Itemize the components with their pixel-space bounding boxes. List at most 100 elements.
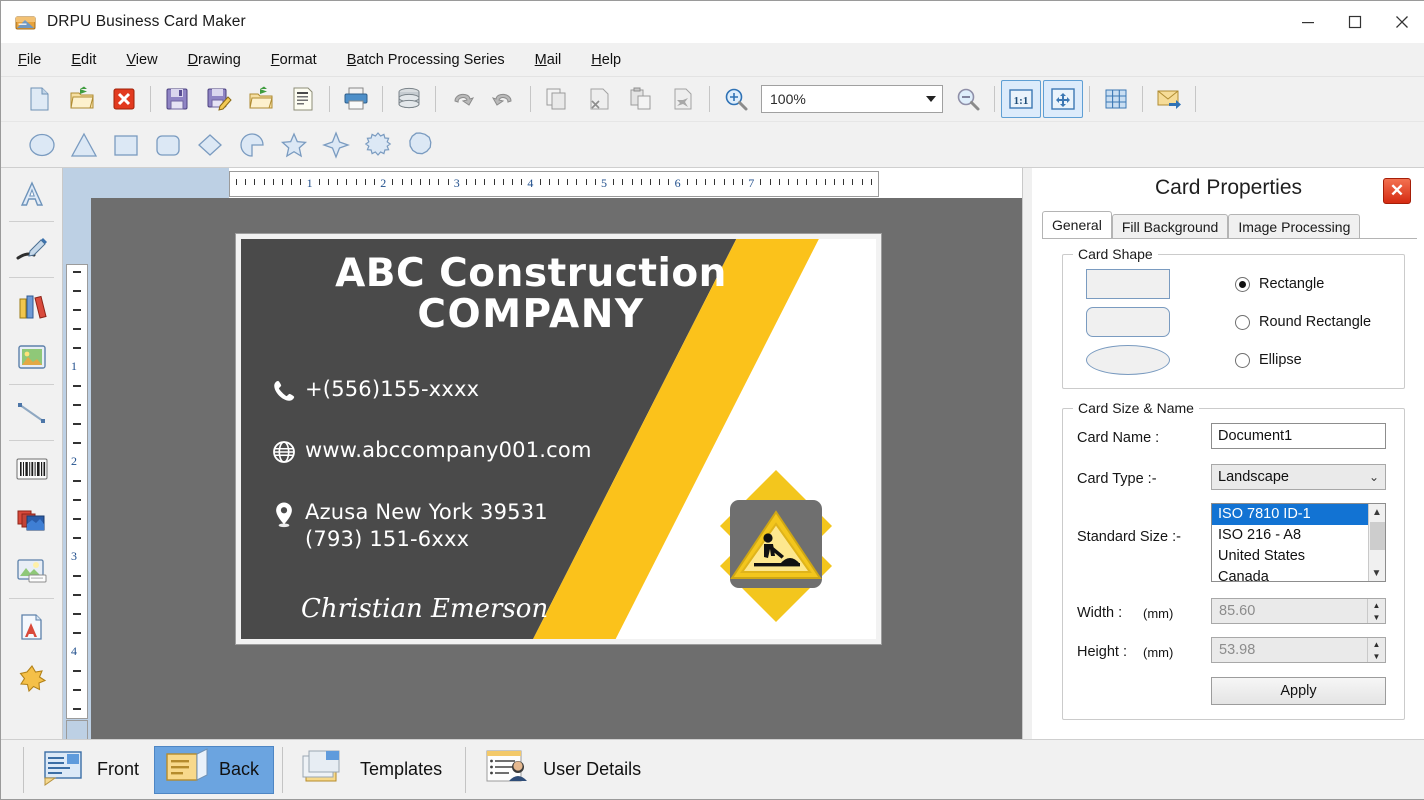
print-icon[interactable] bbox=[336, 80, 376, 118]
star5-shape-icon[interactable] bbox=[274, 126, 314, 164]
clipart-tool-icon[interactable] bbox=[1, 652, 63, 703]
ruler-label: 5 bbox=[601, 176, 607, 191]
save-as-icon[interactable] bbox=[199, 80, 239, 118]
cut-icon[interactable] bbox=[579, 80, 619, 118]
radio-rectangle[interactable] bbox=[1235, 277, 1250, 292]
new-document-icon[interactable] bbox=[20, 80, 60, 118]
menu-item-mail[interactable]: Mail bbox=[522, 48, 575, 72]
fit-page-icon[interactable] bbox=[1043, 80, 1083, 118]
open-folder-icon[interactable] bbox=[62, 80, 102, 118]
menu-item-drawing[interactable]: Drawing bbox=[175, 48, 254, 72]
zoom-in-icon[interactable] bbox=[716, 80, 756, 118]
email-icon[interactable] bbox=[1149, 80, 1189, 118]
shape-option-ellipse[interactable]: Ellipse bbox=[1235, 352, 1302, 368]
grid-icon[interactable] bbox=[1096, 80, 1136, 118]
paste-icon[interactable] bbox=[621, 80, 661, 118]
height-spin-buttons[interactable]: ▲▼ bbox=[1367, 638, 1385, 662]
standard-size-listbox[interactable]: ISO 7810 ID-1ISO 216 - A8United StatesCa… bbox=[1211, 503, 1386, 582]
card-name-input[interactable]: Document1 bbox=[1211, 423, 1386, 449]
zoom-out-icon[interactable] bbox=[948, 80, 988, 118]
menu-item-batch-processing-series[interactable]: Batch Processing Series bbox=[334, 48, 518, 72]
delete-icon[interactable] bbox=[663, 80, 703, 118]
document-properties-icon[interactable] bbox=[283, 80, 323, 118]
close-button[interactable] bbox=[1378, 1, 1424, 43]
polygon-shape-icon[interactable] bbox=[400, 126, 440, 164]
menu-item-format[interactable]: Format bbox=[258, 48, 330, 72]
actual-size-button[interactable]: 1:1 bbox=[1001, 80, 1041, 118]
height-stepper[interactable]: 53.98 ▲▼ bbox=[1211, 637, 1386, 663]
copy-icon[interactable] bbox=[537, 80, 577, 118]
menu-item-view[interactable]: View bbox=[113, 48, 170, 72]
database-icon[interactable] bbox=[389, 80, 429, 118]
ruler-label: 2 bbox=[71, 454, 77, 469]
standard-size-option[interactable]: ISO 7810 ID-1 bbox=[1212, 504, 1369, 525]
menu-item-help[interactable]: Help bbox=[578, 48, 634, 72]
bottom-tab-user-details[interactable]: User Details bbox=[474, 746, 656, 794]
width-spin-up[interactable]: ▲ bbox=[1368, 599, 1385, 611]
card-website-text: www.abccompany001.com bbox=[305, 437, 592, 464]
diamond-shape-icon[interactable] bbox=[190, 126, 230, 164]
standard-size-option[interactable]: United States bbox=[1212, 546, 1369, 567]
radio-ellipse[interactable] bbox=[1235, 353, 1250, 368]
star4-shape-icon[interactable] bbox=[316, 126, 356, 164]
close-panel-icon[interactable]: ✕ bbox=[1383, 178, 1411, 204]
triangle-shape-icon[interactable] bbox=[64, 126, 104, 164]
bottom-tab-back[interactable]: Back bbox=[154, 746, 274, 794]
menu-item-edit[interactable]: Edit bbox=[58, 48, 109, 72]
width-spin-down[interactable]: ▼ bbox=[1368, 611, 1385, 623]
standard-size-option[interactable]: Canada bbox=[1212, 567, 1369, 582]
redo-icon[interactable] bbox=[484, 80, 524, 118]
library-tool-icon[interactable] bbox=[1, 280, 63, 331]
text-art-tool-icon[interactable] bbox=[1, 601, 63, 652]
barcode-tool-icon[interactable] bbox=[1, 443, 63, 494]
radio-round-rectangle[interactable] bbox=[1235, 315, 1250, 330]
business-card-preview[interactable]: ABC Construction COMPANY +(556)155-xxxx bbox=[236, 234, 881, 644]
maximize-button[interactable] bbox=[1331, 1, 1378, 43]
ellipse-shape-icon[interactable] bbox=[22, 126, 62, 164]
apply-button[interactable]: Apply bbox=[1211, 677, 1386, 705]
scrollbar-thumb[interactable] bbox=[1370, 522, 1385, 550]
zoom-level-combobox[interactable]: 100% bbox=[761, 85, 943, 113]
ruler-tick bbox=[374, 179, 375, 185]
scroll-up-icon[interactable]: ▲ bbox=[1369, 504, 1385, 520]
panel-tab-general[interactable]: General bbox=[1042, 211, 1112, 238]
vertical-ruler[interactable]: 1234 bbox=[66, 264, 88, 719]
signature-tool-icon[interactable] bbox=[1, 224, 63, 275]
text-tool-icon[interactable] bbox=[1, 168, 63, 219]
rectangle-shape-icon[interactable] bbox=[106, 126, 146, 164]
shape-option-rectangle[interactable]: Rectangle bbox=[1235, 276, 1324, 292]
panel-tab-image-processing[interactable]: Image Processing bbox=[1228, 214, 1360, 238]
starburst-shape-icon[interactable] bbox=[358, 126, 398, 164]
menu-item-file[interactable]: File bbox=[5, 48, 54, 72]
image-tool-icon[interactable] bbox=[1, 331, 63, 382]
horizontal-ruler[interactable]: 1234567 bbox=[229, 171, 879, 197]
ruler-tick bbox=[429, 179, 430, 185]
minimize-button[interactable] bbox=[1284, 1, 1331, 43]
panel-tab-fill-background[interactable]: Fill Background bbox=[1112, 214, 1229, 238]
height-spin-down[interactable]: ▼ bbox=[1368, 650, 1385, 662]
shape-option-round-rectangle[interactable]: Round Rectangle bbox=[1235, 314, 1371, 330]
standard-size-option[interactable]: ISO 216 - A8 bbox=[1212, 525, 1369, 546]
rectangle-preview[interactable] bbox=[1086, 269, 1170, 299]
card-type-combobox[interactable]: Landscape ⌄ bbox=[1211, 464, 1386, 490]
rounded-rectangle-shape-icon[interactable] bbox=[148, 126, 188, 164]
pie-shape-icon[interactable] bbox=[232, 126, 272, 164]
line-tool-icon[interactable] bbox=[1, 387, 63, 438]
watermark-tool-icon[interactable] bbox=[1, 545, 63, 596]
layers-tool-icon[interactable] bbox=[1, 494, 63, 545]
bottom-tab-templates[interactable]: Templates bbox=[291, 746, 457, 794]
import-icon[interactable] bbox=[241, 80, 281, 118]
ruler-tick bbox=[73, 632, 81, 634]
bottom-tab-front[interactable]: Front bbox=[32, 746, 154, 794]
ellipse-preview[interactable] bbox=[1086, 345, 1170, 375]
undo-icon[interactable] bbox=[442, 80, 482, 118]
save-icon[interactable] bbox=[157, 80, 197, 118]
design-canvas[interactable]: ABC Construction COMPANY +(556)155-xxxx bbox=[91, 198, 1022, 739]
round-rectangle-preview[interactable] bbox=[1086, 307, 1170, 337]
width-spin-buttons[interactable]: ▲▼ bbox=[1367, 599, 1385, 623]
width-stepper[interactable]: 85.60 ▲▼ bbox=[1211, 598, 1386, 624]
close-document-icon[interactable] bbox=[104, 80, 144, 118]
height-spin-up[interactable]: ▲ bbox=[1368, 638, 1385, 650]
listbox-scrollbar[interactable]: ▲ ▼ bbox=[1368, 504, 1385, 581]
scroll-down-icon[interactable]: ▼ bbox=[1369, 565, 1384, 581]
